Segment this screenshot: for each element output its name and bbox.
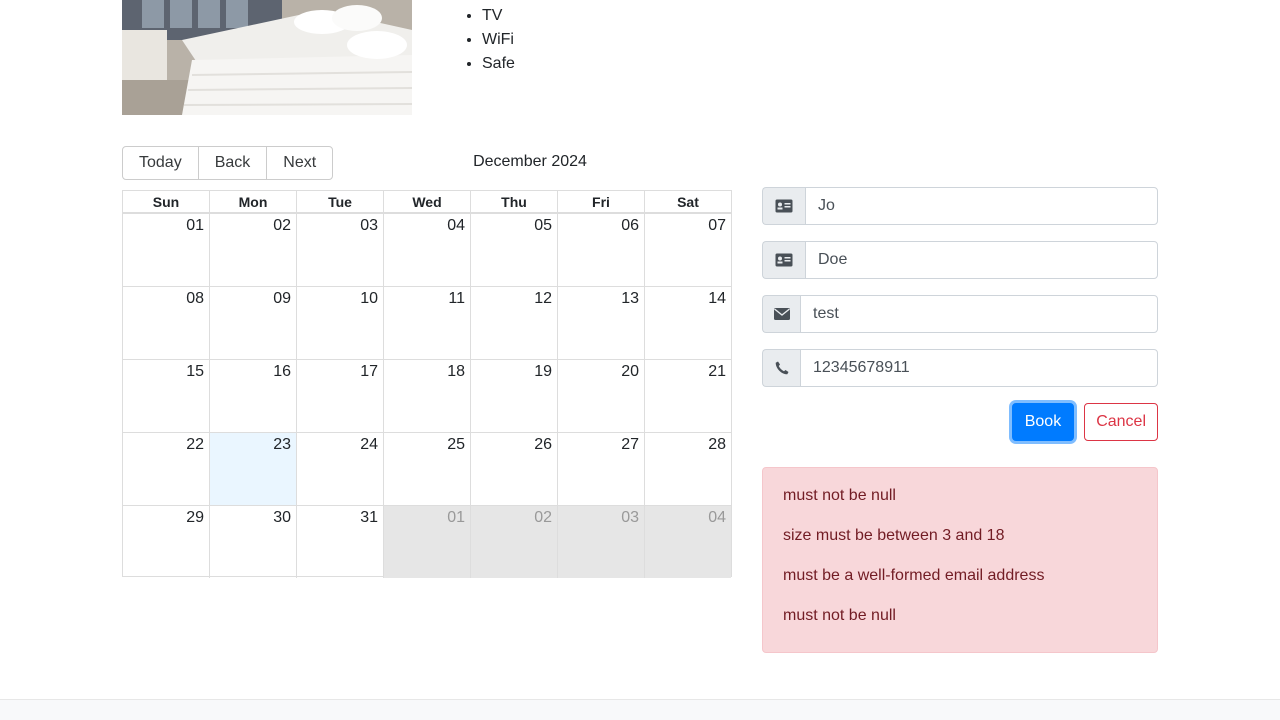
weekday-tue: Tue [296,191,383,212]
day-cell[interactable]: 15 [123,360,209,432]
error-message: must not be null [783,607,896,624]
day-cell-off-range[interactable]: 02 [470,506,557,578]
week-row: 22 23 24 25 26 27 28 [123,432,731,505]
error-message: size must be between 3 and 18 [783,527,1005,544]
feature-item: Safe [482,52,515,76]
calendar-toolbar: Today Back Next [122,146,334,180]
back-button[interactable]: Back [197,146,268,180]
day-cell-off-range[interactable]: 04 [644,506,731,578]
id-card-icon [762,187,805,225]
day-cell[interactable]: 26 [470,433,557,505]
next-button[interactable]: Next [266,146,334,180]
day-cell-off-range[interactable]: 01 [383,506,470,578]
today-button[interactable]: Today [122,146,199,180]
day-cell[interactable]: 02 [209,214,296,286]
day-cell[interactable]: 03 [296,214,383,286]
error-message: must be a well-formed email address [783,567,1045,584]
phone-icon [762,349,800,387]
lastname-group [762,241,1158,279]
email-group [762,295,1158,333]
day-cell[interactable]: 05 [470,214,557,286]
calendar-month-label: December 2024 [473,153,587,170]
firstname-group [762,187,1158,225]
day-cell[interactable]: 20 [557,360,644,432]
day-cell[interactable]: 13 [557,287,644,359]
weekday-header: Sun Mon Tue Wed Thu Fri Sat [123,191,731,213]
phone-field[interactable] [800,349,1158,387]
day-cell[interactable]: 06 [557,214,644,286]
day-cell[interactable]: 27 [557,433,644,505]
phone-group [762,349,1158,387]
week-row: 08 09 10 11 12 13 14 [123,286,731,359]
week-row: 29 30 31 01 02 03 04 [123,505,731,578]
email-field[interactable] [800,295,1158,333]
book-button[interactable]: Book [1011,403,1075,441]
firstname-field[interactable] [805,187,1158,225]
day-cell[interactable]: 01 [123,214,209,286]
cancel-button[interactable]: Cancel [1084,403,1158,441]
form-actions: Book Cancel [762,403,1158,441]
day-cell-off-range[interactable]: 03 [557,506,644,578]
room-photo [122,0,412,115]
day-cell[interactable]: 11 [383,287,470,359]
day-cell[interactable]: 10 [296,287,383,359]
feature-item: WiFi [482,28,515,52]
weekday-sun: Sun [152,194,180,210]
day-cell[interactable]: 28 [644,433,731,505]
day-cell[interactable]: 04 [383,214,470,286]
weekday-mon: Mon [209,191,296,212]
day-cell[interactable]: 14 [644,287,731,359]
day-cell[interactable]: 17 [296,360,383,432]
lastname-field[interactable] [805,241,1158,279]
day-cell[interactable]: 21 [644,360,731,432]
day-cell-today[interactable]: 23 [209,433,296,505]
booking-form: Book Cancel [762,187,1158,441]
day-cell[interactable]: 25 [383,433,470,505]
room-features-list: TV WiFi Safe [462,4,515,76]
day-cell[interactable]: 09 [209,287,296,359]
weekday-sat: Sat [644,191,731,212]
day-cell[interactable]: 19 [470,360,557,432]
error-message: must not be null [783,487,896,504]
week-row: 01 02 03 04 05 06 07 [123,213,731,286]
validation-errors-alert: must not be null size must be between 3 … [762,467,1158,653]
day-cell[interactable]: 08 [123,287,209,359]
day-cell[interactable]: 31 [296,506,383,578]
day-cell[interactable]: 07 [644,214,731,286]
day-cell[interactable]: 12 [470,287,557,359]
day-cell[interactable]: 29 [123,506,209,578]
day-cell[interactable]: 24 [296,433,383,505]
month-view: Sun Mon Tue Wed Thu Fri Sat 01 02 03 04 … [122,190,732,578]
weekday-thu: Thu [470,191,557,212]
page-footer [0,699,1280,720]
day-cell[interactable]: 22 [123,433,209,505]
envelope-icon [762,295,800,333]
day-cell[interactable]: 30 [209,506,296,578]
weekday-fri: Fri [557,191,644,212]
day-cell[interactable]: 18 [383,360,470,432]
weekday-wed: Wed [383,191,470,212]
feature-item: TV [482,4,515,28]
id-card-icon [762,241,805,279]
day-cell[interactable]: 16 [209,360,296,432]
week-row: 15 16 17 18 19 20 21 [123,359,731,432]
